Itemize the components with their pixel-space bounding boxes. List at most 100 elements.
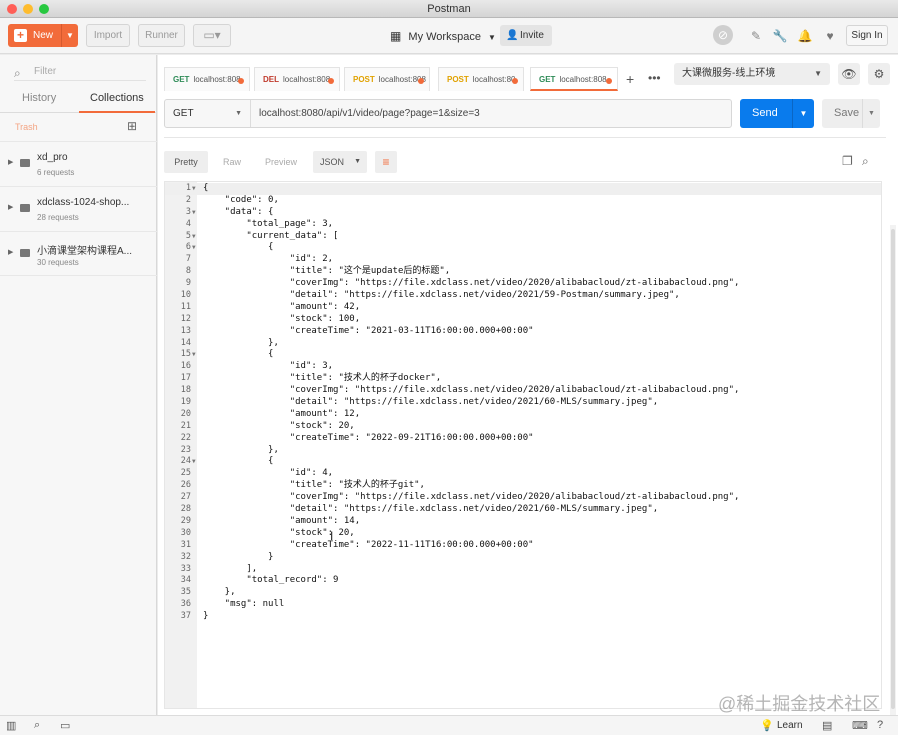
request-tab[interactable]: POST localhost:808 xyxy=(344,67,430,91)
preview-view-tab[interactable]: Preview xyxy=(256,151,306,173)
fold-toggle-icon[interactable]: ▼ xyxy=(192,231,196,243)
request-tab-active[interactable]: GET localhost:808 xyxy=(530,67,618,91)
folder-icon xyxy=(20,204,30,212)
line-number: 37 xyxy=(180,611,191,622)
code-text: "amount": 14, xyxy=(203,515,361,526)
find-icon[interactable]: ⌕ xyxy=(34,719,40,732)
maximize-window-icon[interactable] xyxy=(39,4,49,14)
search-icon: ⌕ xyxy=(14,66,21,80)
trash-link[interactable]: Trash xyxy=(15,122,38,132)
sync-off-icon[interactable]: ⊘ xyxy=(713,25,733,45)
wrap-lines-button[interactable]: ≡ xyxy=(375,151,397,173)
sidebar: ⌕ Filter History Collections Trash ⊞ ▶ x… xyxy=(0,55,157,715)
minimize-window-icon[interactable] xyxy=(23,4,33,14)
collection-count: 6 requests xyxy=(37,168,75,177)
add-tab-icon[interactable]: + xyxy=(626,71,634,87)
save-button[interactable]: Save ▼ xyxy=(822,99,880,128)
response-body-editor[interactable]: 1 ▼{2 "code": 0, 3 ▼ "data": {4 "total_page… xyxy=(164,181,882,709)
send-dropdown-caret-icon[interactable]: ▼ xyxy=(792,99,814,128)
tab-collections[interactable]: Collections xyxy=(90,92,144,104)
search-icon[interactable]: ⌕ xyxy=(862,154,869,169)
settings-icon[interactable]: 🔧 xyxy=(772,28,788,44)
code-line: 30 "stock": 20, xyxy=(165,528,881,540)
scrollbar-thumb[interactable] xyxy=(891,229,895,709)
two-pane-view-icon[interactable]: ▤ xyxy=(822,719,832,732)
code-line: 3 ▼ "data": { xyxy=(165,207,881,219)
toggle-sidebar-icon[interactable]: ▥ xyxy=(6,719,16,732)
line-number: 11 xyxy=(180,301,191,312)
collection-name: 小滴课堂架构课程A... xyxy=(37,246,133,257)
line-number: 9 xyxy=(185,278,191,289)
code-line: 22 "createTime": "2022-09-21T16:00:00.00… xyxy=(165,433,881,445)
unsaved-dot-icon xyxy=(328,78,334,84)
fold-toggle-icon[interactable]: ▼ xyxy=(192,183,196,195)
chevron-down-icon: ▼ xyxy=(814,69,822,78)
code-text: "coverImg": "https://file.xdclass.net/vi… xyxy=(203,492,740,503)
expand-arrow-icon[interactable]: ▶ xyxy=(8,158,13,166)
copy-icon[interactable]: ❐ xyxy=(842,154,853,168)
interceptor-icon[interactable]: ✎ xyxy=(748,28,764,44)
line-number: 34 xyxy=(180,575,191,586)
format-select[interactable]: JSON ▼ xyxy=(313,151,367,173)
line-number: 1 xyxy=(185,183,191,193)
code-text: } xyxy=(203,551,274,562)
code-line: 12 "stock": 100, xyxy=(165,314,881,326)
line-number: 26 xyxy=(180,480,191,491)
expand-arrow-icon[interactable]: ▶ xyxy=(8,248,13,256)
bootcamp-bulb-icon[interactable]: 💡 xyxy=(760,719,774,732)
line-number: 25 xyxy=(180,468,191,479)
line-number: 28 xyxy=(180,504,191,515)
help-icon[interactable]: ? xyxy=(877,719,883,731)
line-number: 2 xyxy=(185,194,191,205)
request-tab-url: localhost:808 xyxy=(559,75,607,84)
expand-arrow-icon[interactable]: ▶ xyxy=(8,203,13,211)
new-dropdown-caret-icon[interactable]: ▼ xyxy=(61,24,78,47)
more-tabs-icon[interactable]: ••• xyxy=(648,71,661,85)
code-text: { xyxy=(203,349,274,360)
vertical-scrollbar[interactable] xyxy=(890,225,896,715)
fold-toggle-icon[interactable]: ▼ xyxy=(192,242,196,254)
request-tab[interactable]: POST localhost:80 xyxy=(438,67,524,91)
notifications-bell-icon[interactable]: 🔔 xyxy=(797,28,813,44)
collection-name: xd_pro xyxy=(37,152,68,163)
workspace-selector[interactable]: ▦ My Workspace ▼ xyxy=(390,26,496,46)
manage-environments-button[interactable]: ⚙ xyxy=(868,63,890,85)
sign-in-button[interactable]: Sign In xyxy=(846,25,888,46)
environment-selector[interactable]: 大课微服务-线上环境 ▼ xyxy=(674,63,830,85)
console-icon[interactable]: ▭ xyxy=(60,719,70,732)
url-input[interactable]: localhost:8080/api/v1/video/page?page=1&… xyxy=(259,100,480,127)
close-window-icon[interactable] xyxy=(7,4,17,14)
invite-button[interactable]: 👤 Invite xyxy=(500,25,552,46)
new-collection-icon[interactable]: ⊞ xyxy=(127,119,137,133)
new-window-button[interactable]: ▭▾ xyxy=(193,24,231,47)
runner-button[interactable]: Runner xyxy=(138,24,185,47)
line-number: 13 xyxy=(180,325,191,336)
fold-toggle-icon[interactable]: ▼ xyxy=(192,349,196,361)
code-text: { xyxy=(203,456,274,467)
method-select[interactable]: GET ▼ xyxy=(165,100,251,127)
save-dropdown-caret-icon[interactable]: ▼ xyxy=(862,99,880,128)
request-tab[interactable]: GET localhost:808 xyxy=(164,67,250,91)
code-text: "stock": 100, xyxy=(203,313,361,324)
import-button[interactable]: Import xyxy=(86,24,130,47)
request-tab-url: localhost:808 xyxy=(193,75,241,84)
window-controls[interactable] xyxy=(7,4,49,14)
heart-icon[interactable]: ♥ xyxy=(822,28,838,44)
filter-input[interactable]: ⌕ Filter xyxy=(14,63,146,81)
request-tab[interactable]: DEL localhost:808 xyxy=(254,67,340,91)
raw-view-tab[interactable]: Raw xyxy=(212,151,252,173)
send-button[interactable]: Send ▼ xyxy=(740,99,814,128)
new-button[interactable]: + New ▼ xyxy=(8,24,78,47)
learn-link[interactable]: Learn xyxy=(777,720,803,731)
pretty-view-tab[interactable]: Pretty xyxy=(164,151,208,173)
fold-toggle-icon[interactable]: ▼ xyxy=(192,207,196,219)
keyboard-shortcuts-icon[interactable]: ⌨ xyxy=(852,719,868,732)
fold-toggle-icon[interactable]: ▼ xyxy=(192,456,196,468)
collection-item[interactable]: ▶ xdclass-1024-shop... 28 requests xyxy=(0,186,157,231)
collection-item[interactable]: ▶ 小滴课堂架构课程A... 30 requests xyxy=(0,231,157,276)
line-number: 18 xyxy=(180,385,191,396)
collection-item[interactable]: ▶ xd_pro 6 requests xyxy=(0,141,157,186)
tab-history[interactable]: History xyxy=(22,92,56,104)
environment-quick-look-button[interactable]: 👁 xyxy=(838,63,860,85)
text-cursor-icon: I xyxy=(330,529,334,543)
